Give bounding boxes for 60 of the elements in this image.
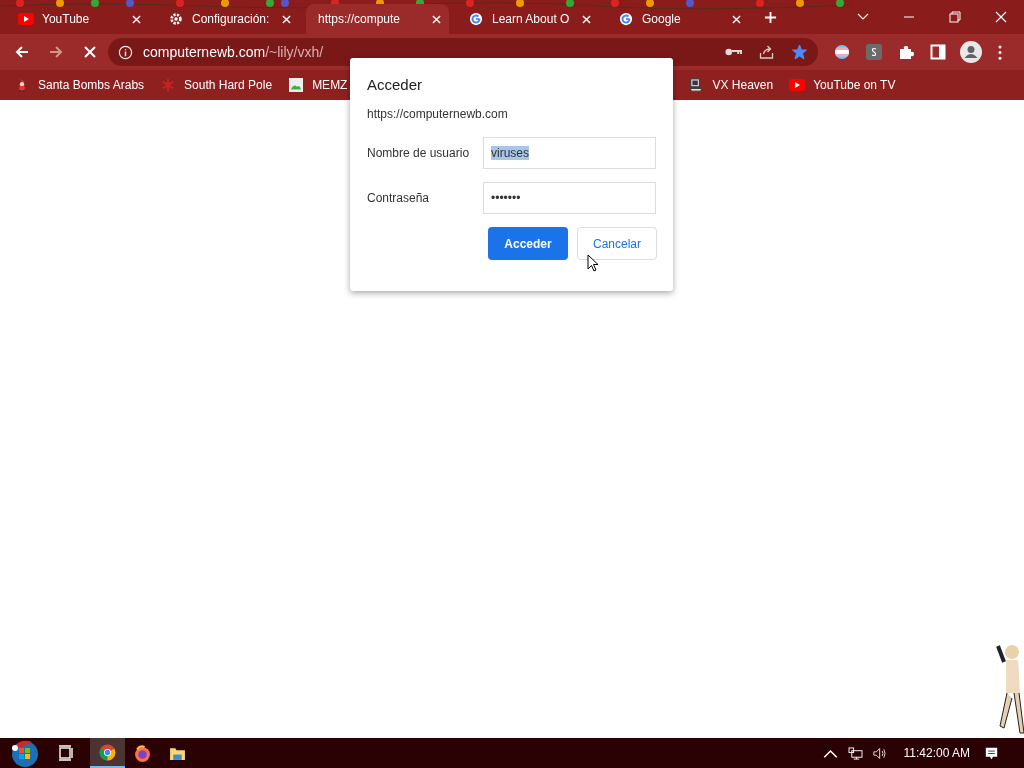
field-label: Contraseña xyxy=(367,191,431,205)
star-icon[interactable] xyxy=(791,44,808,60)
youtube-icon xyxy=(789,78,806,92)
side-panel-icon[interactable] xyxy=(930,44,946,60)
site-address: https://computernewb.com xyxy=(367,107,509,121)
computer-icon xyxy=(688,78,705,92)
tab-title: Google xyxy=(642,12,682,26)
cancel-button[interactable]: Cancelar xyxy=(577,227,657,260)
restore-icon[interactable] xyxy=(949,11,961,23)
tab-title: Learn About O xyxy=(492,12,571,26)
chrome-icon xyxy=(99,743,116,761)
browser-tab[interactable]: Configuración: xyxy=(156,4,299,34)
bookmark[interactable]: YouTube on TV xyxy=(789,78,896,92)
back-icon[interactable] xyxy=(14,44,30,60)
close-icon[interactable] xyxy=(282,14,291,24)
stop-icon[interactable] xyxy=(82,44,98,60)
tab-title: Configuración: xyxy=(192,12,271,26)
extension-icon[interactable] xyxy=(866,44,882,60)
tab-title: YouTube xyxy=(42,12,91,26)
bookmark[interactable]: VX Heaven xyxy=(688,78,774,92)
clock[interactable]: 11:42:00 AM xyxy=(903,746,970,760)
settings-icon xyxy=(168,12,184,26)
field-label: Nombre de usuario xyxy=(367,146,471,160)
flag-icon[interactable] xyxy=(834,44,850,60)
task-view-icon[interactable] xyxy=(58,745,74,761)
google-icon xyxy=(468,12,484,26)
bookmark[interactable]: Santa Bombs Arabs xyxy=(14,78,145,92)
youtube-icon xyxy=(18,12,34,26)
close-icon[interactable] xyxy=(732,14,741,24)
close-icon[interactable] xyxy=(582,14,591,24)
bookmark[interactable]: South Hard Pole xyxy=(160,78,273,92)
browser-tab[interactable]: Learn About O xyxy=(456,4,599,34)
notification-icon[interactable] xyxy=(984,746,999,760)
close-icon[interactable] xyxy=(432,14,441,24)
start-button[interactable] xyxy=(10,738,40,768)
image-icon xyxy=(288,78,305,92)
firefox-icon xyxy=(134,744,151,762)
share-icon[interactable] xyxy=(758,44,775,60)
tab-title: https://compute xyxy=(318,12,402,26)
browser-tab[interactable]: Google xyxy=(606,4,749,34)
bookmark[interactable]: MEMZ xyxy=(288,78,348,92)
browser-tab[interactable]: YouTube xyxy=(6,4,149,34)
input-field[interactable]: viruses xyxy=(483,137,656,169)
input-field[interactable]: ••••••• xyxy=(483,182,656,214)
network-icon[interactable] xyxy=(847,746,863,760)
puzzle-icon[interactable] xyxy=(898,44,914,60)
google-icon xyxy=(618,12,634,26)
submit-button[interactable]: Acceder xyxy=(488,227,568,260)
menu-icon[interactable] xyxy=(998,44,1002,60)
speaker-icon[interactable] xyxy=(872,746,888,760)
browser-tab[interactable]: https://compute xyxy=(306,4,449,34)
cursor-icon xyxy=(587,254,599,272)
new-tab-icon[interactable] xyxy=(764,10,777,24)
info-icon xyxy=(118,44,133,60)
taskbar-app[interactable] xyxy=(90,738,125,768)
forward-icon[interactable] xyxy=(48,44,64,60)
close-icon[interactable] xyxy=(995,11,1007,23)
dialog-title: Acceder xyxy=(367,76,424,93)
close-icon[interactable] xyxy=(132,14,141,24)
profile-icon[interactable] xyxy=(960,41,982,63)
